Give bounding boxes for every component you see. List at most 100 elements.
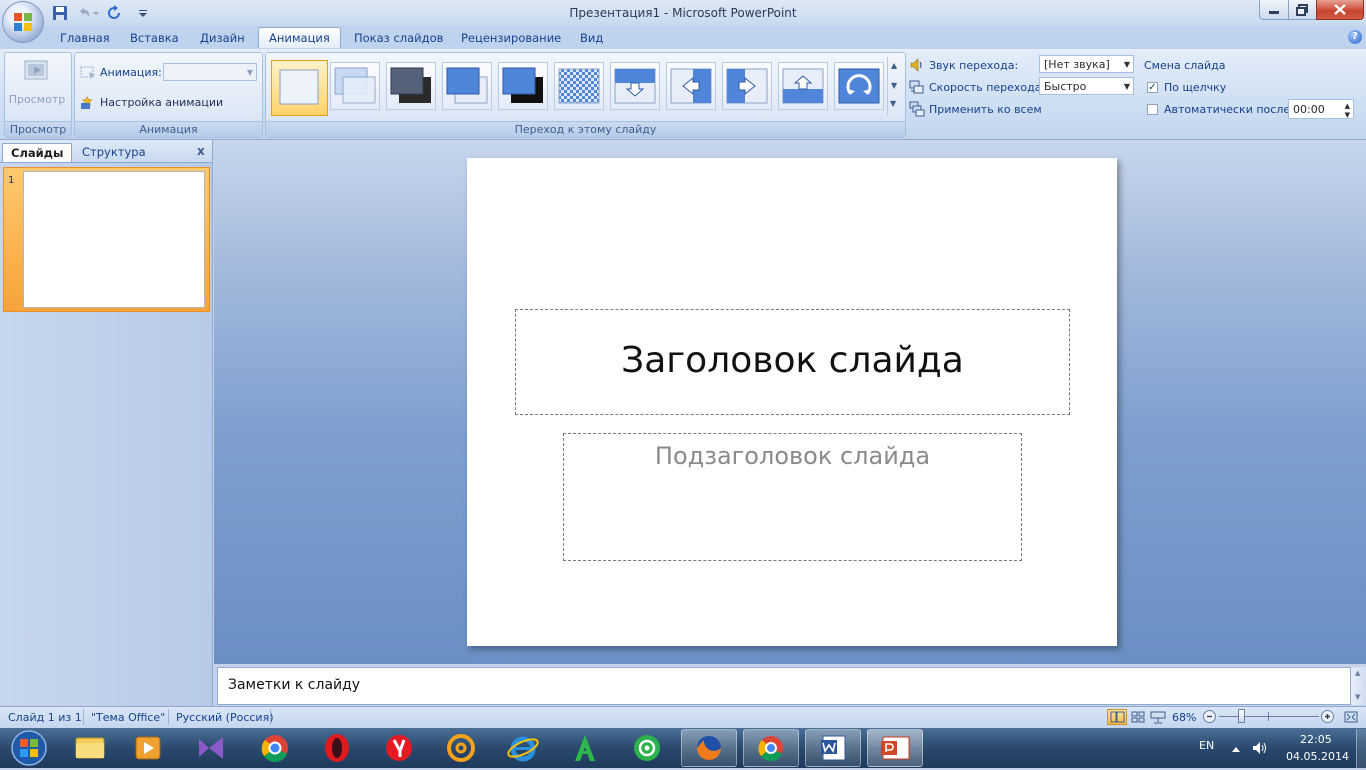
transition-wipe-right[interactable]: [722, 62, 772, 110]
spin-down-icon[interactable]: ▼: [1345, 105, 1350, 125]
fit-to-window-button[interactable]: [1342, 709, 1360, 725]
chevron-down-icon[interactable]: ▼: [891, 81, 897, 90]
transition-wipe-down[interactable]: [610, 62, 660, 110]
advance-slide-header: Смена слайда: [1144, 59, 1226, 72]
tab-design[interactable]: Дизайн: [190, 28, 255, 48]
tab-insert[interactable]: Вставка: [120, 28, 189, 48]
window-title: Презентация1 - Microsoft PowerPoint: [569, 6, 797, 20]
tab-review[interactable]: Рецензирование: [451, 28, 571, 48]
taskbar-yandex[interactable]: [371, 729, 427, 767]
slide-canvas[interactable]: Заголовок слайда Подзаголовок слайда: [467, 158, 1117, 646]
auto-after-checkbox[interactable]: [1147, 104, 1158, 115]
taskbar-chrome-window[interactable]: [743, 729, 799, 767]
opera-icon: [325, 734, 349, 762]
restore-button[interactable]: [1288, 0, 1317, 20]
zoom-slider-track[interactable]: [1219, 716, 1319, 717]
title-placeholder[interactable]: Заголовок слайда: [515, 309, 1070, 415]
slide-sorter-button[interactable]: [1128, 709, 1148, 725]
letter-a-app-icon: [575, 735, 595, 761]
taskbar-opera[interactable]: [309, 729, 365, 767]
volume-icon[interactable]: [1251, 740, 1269, 759]
tab-home[interactable]: Главная: [50, 28, 120, 48]
subtitle-placeholder[interactable]: Подзаголовок слайда: [563, 433, 1022, 561]
clock-time[interactable]: 22:05: [1300, 733, 1332, 746]
zoom-percent[interactable]: 68%: [1172, 711, 1196, 724]
taskbar-visual-studio[interactable]: [183, 729, 239, 767]
taskbar-word[interactable]: [805, 729, 861, 767]
transition-cut-icon: [446, 67, 488, 104]
preview-button[interactable]: Просмотр: [8, 55, 66, 113]
transition-circle-icon: [838, 68, 880, 104]
animation-select[interactable]: ▼: [163, 63, 257, 81]
transition-wipe-left-icon: [670, 68, 712, 104]
theme-name[interactable]: "Тема Office": [91, 711, 165, 724]
media-player-icon: [135, 736, 161, 760]
windows-logo-icon: [11, 730, 47, 766]
tray-expand-icon[interactable]: [1231, 743, 1241, 756]
internet-explorer-icon: [507, 736, 539, 762]
taskbar-media-player[interactable]: [120, 729, 176, 767]
input-language[interactable]: EN: [1199, 739, 1214, 752]
language[interactable]: Русский (Россия): [176, 711, 274, 724]
transition-fade-icon: [334, 67, 376, 104]
preview-icon: [24, 60, 48, 80]
transition-none[interactable]: [271, 60, 328, 116]
notes-scrollbar[interactable]: ▲ ▼: [1351, 667, 1366, 705]
apply-all-button[interactable]: Применить ко всем: [929, 103, 1042, 116]
office-logo-icon: [14, 13, 32, 31]
chevron-down-icon: ▼: [246, 68, 253, 77]
sound-icon: [909, 57, 925, 76]
tab-view[interactable]: Вид: [570, 28, 613, 48]
transition-fade-black-icon: [390, 67, 431, 103]
close-button[interactable]: [1316, 0, 1364, 20]
transition-circle[interactable]: [834, 62, 884, 110]
custom-animation-button[interactable]: Настройка анимации: [100, 96, 223, 109]
tab-slides[interactable]: Слайды: [2, 143, 73, 162]
transition-wipe-down-icon: [614, 68, 656, 104]
zoom-out-button[interactable]: [1203, 710, 1216, 723]
taskbar-mail-agent[interactable]: [433, 729, 489, 767]
help-icon[interactable]: ?: [1348, 30, 1362, 44]
slide-thumbnail[interactable]: [23, 171, 205, 308]
taskbar-powerpoint[interactable]: [867, 729, 923, 767]
status-separator: [168, 709, 169, 725]
slideshow-button[interactable]: [1148, 709, 1168, 725]
start-button[interactable]: [4, 729, 54, 767]
tab-slide-show[interactable]: Показ слайдов: [344, 28, 453, 48]
tab-outline[interactable]: Структура: [74, 143, 154, 161]
show-desktop-button[interactable]: [1356, 729, 1366, 768]
tab-animation[interactable]: Анимация: [258, 27, 341, 48]
transition-wipe-left[interactable]: [666, 62, 716, 110]
chevron-up-icon[interactable]: ▲: [891, 61, 897, 70]
transition-cut-black[interactable]: [498, 62, 548, 110]
sound-select[interactable]: [Нет звука] ▼: [1039, 55, 1134, 73]
chrome-icon: [758, 736, 783, 762]
taskbar-firefox[interactable]: [681, 729, 737, 767]
notes-pane[interactable]: Заметки к слайду: [217, 667, 1351, 705]
transition-cut[interactable]: [442, 62, 492, 110]
normal-view-button[interactable]: [1107, 709, 1127, 725]
taskbar-internet-explorer[interactable]: [495, 729, 551, 767]
clock-date[interactable]: 04.05.2014: [1286, 750, 1349, 763]
transition-wipe-up[interactable]: [778, 62, 828, 110]
office-button[interactable]: [3, 2, 43, 42]
taskbar-app-a[interactable]: [557, 729, 613, 767]
transition-dissolve[interactable]: [554, 62, 604, 110]
close-panel-icon[interactable]: x: [197, 144, 205, 158]
green-at-icon: [634, 735, 660, 761]
minimize-button[interactable]: [1259, 0, 1289, 20]
auto-after-spinner[interactable]: 00:00 ▲ ▼: [1288, 99, 1354, 119]
on-click-checkbox[interactable]: ✓: [1147, 82, 1158, 93]
zoom-slider-thumb[interactable]: [1238, 709, 1245, 723]
speed-select[interactable]: Быстро ▼: [1039, 77, 1134, 95]
zoom-in-button[interactable]: [1321, 710, 1334, 723]
gallery-scroll[interactable]: ▲ ▼ ▼: [887, 57, 902, 115]
scroll-up-icon[interactable]: ▲: [1355, 669, 1360, 677]
taskbar-icq-mail[interactable]: [619, 729, 675, 767]
scroll-down-icon[interactable]: ▼: [1355, 693, 1360, 701]
transition-fade-black[interactable]: [386, 62, 436, 110]
taskbar-chrome[interactable]: [247, 729, 303, 767]
gallery-more-icon[interactable]: ▼: [890, 99, 896, 108]
transition-fade-smooth[interactable]: [330, 62, 380, 110]
taskbar-explorer[interactable]: [62, 729, 118, 767]
